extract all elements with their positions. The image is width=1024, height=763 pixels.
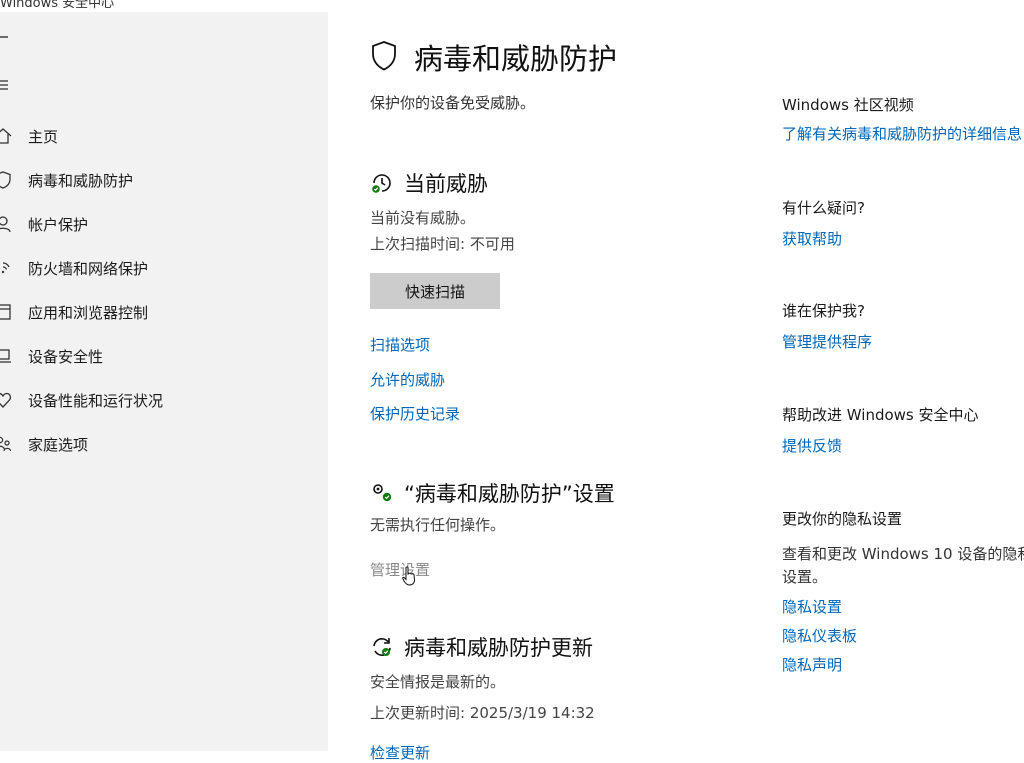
sidebar-item-label: 应用和浏览器控制 <box>28 304 149 322</box>
protection-history-link[interactable]: 保护历史记录 <box>370 403 460 424</box>
hand-cursor-icon <box>402 566 416 586</box>
section-title: 当前威胁 <box>404 172 488 196</box>
improve-heading: 帮助改进 Windows 安全中心 <box>782 406 979 424</box>
privacy-settings-link[interactable]: 隐私设置 <box>782 596 842 617</box>
sidebar-item-label: 防火墙和网络保护 <box>28 260 149 278</box>
threat-status-text: 当前没有威胁。 <box>370 209 476 227</box>
person-icon <box>0 216 11 233</box>
shield-icon <box>372 41 396 71</box>
app-window-icon <box>0 304 11 320</box>
home-icon <box>0 128 12 144</box>
feedback-link[interactable]: 提供反馈 <box>782 435 842 456</box>
last-update-text: 上次更新时间: 2025/3/19 14:32 <box>370 704 595 722</box>
sidebar-item-account[interactable]: 帐户保护 <box>0 206 328 242</box>
sidebar-item-label: 家庭选项 <box>28 436 89 454</box>
privacy-description-cont: 设置。 <box>782 568 828 586</box>
sidebar-item-home[interactable]: 主页 <box>0 118 328 154</box>
last-scan-text: 上次扫描时间: 不可用 <box>370 235 515 253</box>
scan-options-link[interactable]: 扫描选项 <box>370 334 430 355</box>
section-title: “病毒和威胁防护”设置 <box>404 482 615 506</box>
minimize-button[interactable]: — <box>994 0 1007 7</box>
scan-history-icon <box>372 174 391 193</box>
sidebar-item-device-performance[interactable]: 设备性能和运行状况 <box>0 382 328 418</box>
related-panel: Windows 社区视频 了解有关病毒和威胁防护的详细信息 有什么疑问? 获取帮… <box>782 12 1024 751</box>
section-title: 病毒和威胁防护更新 <box>404 636 593 660</box>
title-bar: Windows 安全中心 — <box>0 0 1024 12</box>
update-status-text: 安全情报是最新的。 <box>370 673 506 691</box>
sidebar-item-app-browser[interactable]: 应用和浏览器控制 <box>0 294 328 330</box>
manage-settings-link[interactable]: 管理设置 <box>370 559 430 580</box>
manage-providers-link[interactable]: 管理提供程序 <box>782 331 872 352</box>
community-video-link[interactable]: 了解有关病毒和威胁防护的详细信息 <box>782 123 1022 144</box>
heart-icon <box>0 392 12 408</box>
sidebar-item-virus-protection[interactable]: 病毒和威胁防护 <box>0 162 328 198</box>
privacy-statement-link[interactable]: 隐私声明 <box>782 654 842 675</box>
get-help-link[interactable]: 获取帮助 <box>782 228 842 249</box>
sidebar-item-device-security[interactable]: 设备安全性 <box>0 338 328 374</box>
sidebar-item-firewall[interactable]: 防火墙和网络保护 <box>0 250 328 286</box>
settings-status-text: 无需执行任何操作。 <box>370 516 506 534</box>
allowed-threats-link[interactable]: 允许的威胁 <box>370 369 445 390</box>
back-arrow-icon <box>0 36 8 38</box>
sidebar-item-family[interactable]: 家庭选项 <box>0 426 328 462</box>
update-refresh-icon <box>373 638 391 656</box>
privacy-heading: 更改你的隐私设置 <box>782 510 903 528</box>
current-threats-header: 当前威胁 <box>370 168 790 198</box>
sidebar-item-label: 设备性能和运行状况 <box>28 392 164 410</box>
sidebar: 主页 病毒和威胁防护 帐户保护 防火墙和网络保护 应用和浏览器控制 设备安全性 … <box>0 12 328 751</box>
hamburger-icon <box>0 80 8 90</box>
sidebar-item-label: 主页 <box>28 128 59 146</box>
sidebar-item-label: 病毒和威胁防护 <box>28 172 134 190</box>
protection-updates-header: 病毒和威胁防护更新 <box>370 632 790 662</box>
laptop-icon <box>0 349 11 363</box>
back-button[interactable] <box>0 26 18 48</box>
protection-settings-header: “病毒和威胁防护”设置 <box>370 478 790 508</box>
check-updates-link[interactable]: 检查更新 <box>370 742 430 763</box>
help-heading: 有什么疑问? <box>782 199 865 217</box>
privacy-description: 查看和更改 Windows 10 设备的隐私 <box>782 545 1024 563</box>
shield-icon <box>0 171 11 189</box>
family-icon <box>0 436 12 452</box>
community-heading: Windows 社区视频 <box>782 96 914 114</box>
page-title: 病毒和威胁防护 <box>414 42 618 76</box>
page-subtitle: 保护你的设备免受威胁。 <box>370 94 536 112</box>
privacy-dashboard-link[interactable]: 隐私仪表板 <box>782 625 857 646</box>
menu-button[interactable] <box>0 74 18 96</box>
wifi-icon <box>1 262 10 274</box>
app-title: Windows 安全中心 <box>0 0 115 11</box>
settings-gear-icon <box>373 484 392 502</box>
main-content: 病毒和威胁防护 保护你的设备免受威胁。 当前威胁 当前没有威胁。 上次扫描时间:… <box>328 12 780 762</box>
sidebar-item-label: 帐户保护 <box>28 216 89 234</box>
sidebar-item-label: 设备安全性 <box>28 348 104 366</box>
quick-scan-button[interactable]: 快速扫描 <box>370 273 500 309</box>
protector-heading: 谁在保护我? <box>782 302 865 320</box>
